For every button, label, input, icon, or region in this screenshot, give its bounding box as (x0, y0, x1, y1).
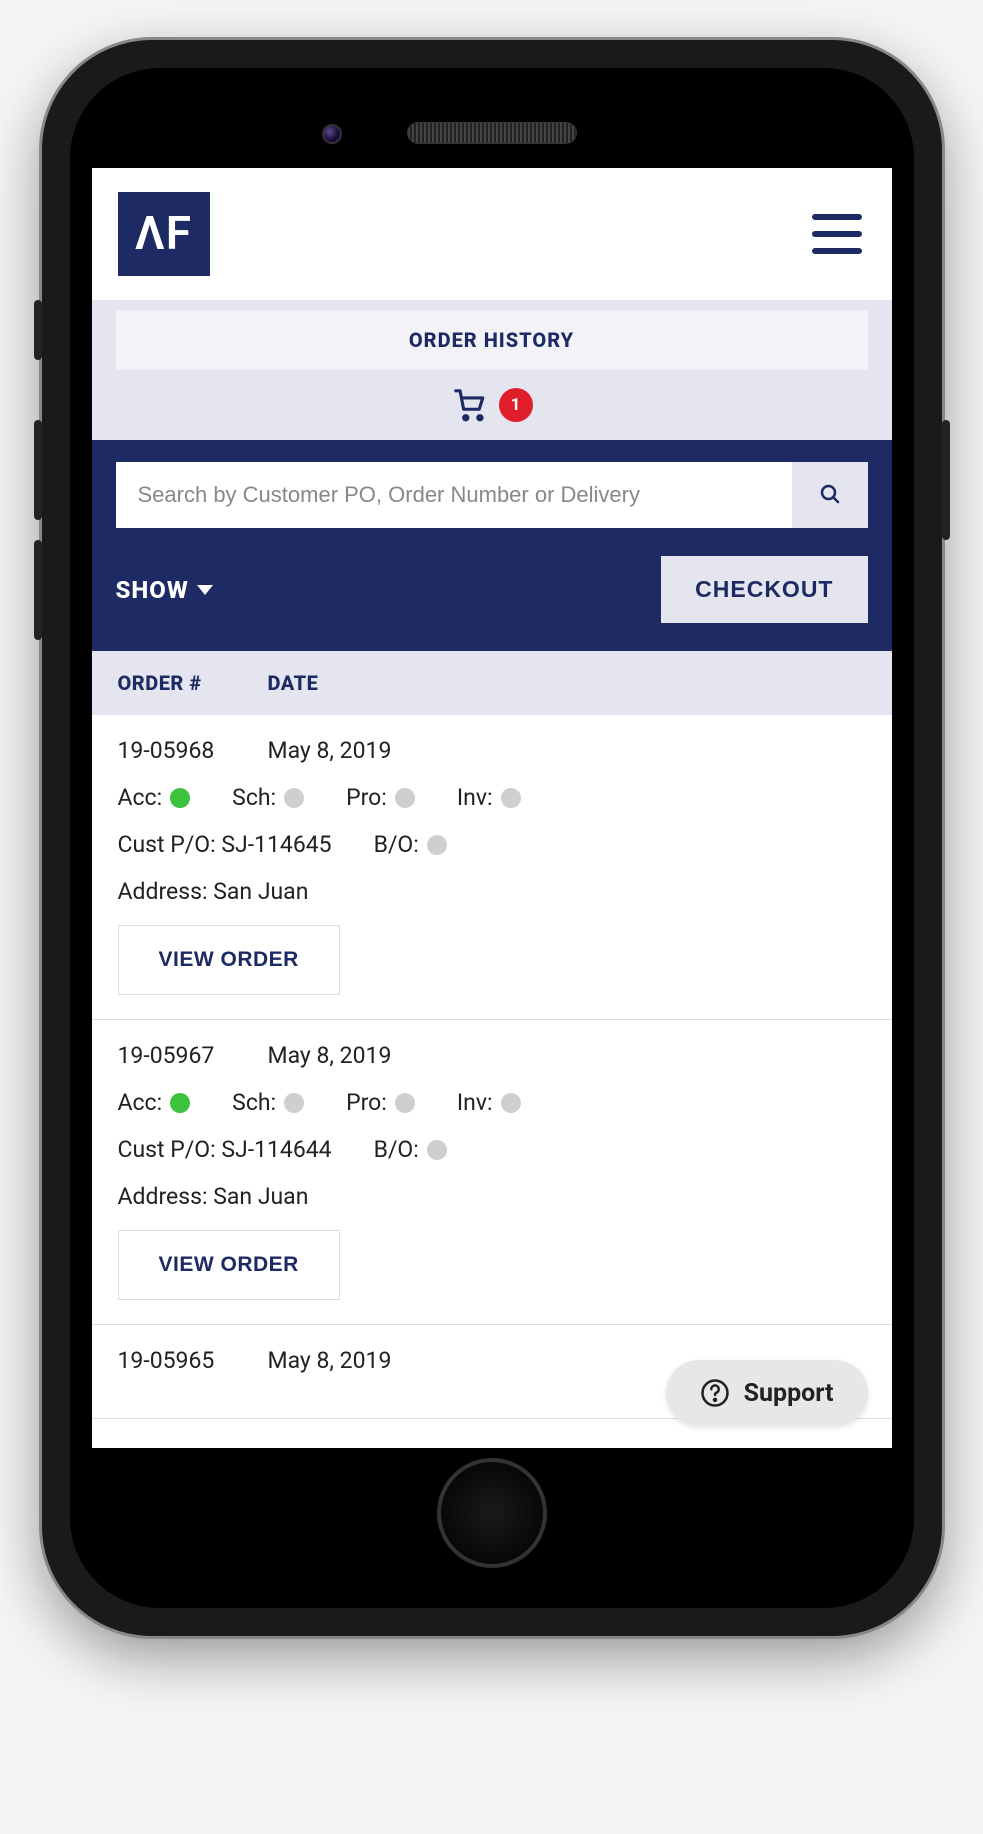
cust-po: Cust P/O: SJ-114644 (118, 1136, 332, 1163)
view-order-button[interactable]: VIEW ORDER (118, 925, 340, 995)
hamburger-menu-icon[interactable] (812, 214, 862, 254)
status-sch: Sch: (232, 1089, 304, 1116)
order-number: 19-05967 (118, 1042, 268, 1069)
checkout-button[interactable]: CHECKOUT (661, 556, 867, 623)
col-header-order: ORDER # (118, 671, 268, 695)
view-order-button[interactable]: VIEW ORDER (118, 1230, 340, 1300)
col-header-date: DATE (268, 671, 866, 695)
title-section: ORDER HISTORY (92, 300, 892, 370)
brand-logo[interactable]: ΛF (118, 192, 210, 276)
support-label: Support (744, 1379, 834, 1408)
caret-down-icon (197, 585, 213, 595)
status-dot-icon (501, 788, 521, 808)
cart-count-badge: 1 (499, 388, 533, 422)
app-header: ΛF (92, 168, 892, 300)
table-header: ORDER # DATE (92, 651, 892, 715)
status-sch: Sch: (232, 784, 304, 811)
orders-list: 19-05968May 8, 2019Acc:Sch:Pro:Inv:Cust … (92, 715, 892, 1419)
status-acc: Acc: (118, 784, 191, 811)
search-icon (818, 482, 842, 509)
show-filter-dropdown[interactable]: SHOW (116, 576, 213, 604)
show-filter-label: SHOW (116, 576, 189, 604)
status-dot-icon (427, 835, 447, 855)
status-bo: B/O: (374, 831, 447, 858)
status-dot-icon (284, 788, 304, 808)
order-number: 19-05968 (118, 737, 268, 764)
help-icon (700, 1378, 730, 1408)
status-bo: B/O: (374, 1136, 447, 1163)
app-screen: ΛF ORDER HISTORY 1 (92, 168, 892, 1448)
status-dot-icon (395, 788, 415, 808)
status-inv: Inv: (457, 1089, 521, 1116)
cust-po: Cust P/O: SJ-114645 (118, 831, 332, 858)
order-number: 19-05965 (118, 1347, 268, 1374)
page-title: ORDER HISTORY (116, 310, 868, 370)
status-inv: Inv: (457, 784, 521, 811)
cart-icon (451, 388, 489, 422)
order-date: May 8, 2019 (268, 1042, 392, 1069)
order-date: May 8, 2019 (268, 1347, 392, 1374)
search-input[interactable] (116, 462, 792, 528)
status-pro: Pro: (346, 1089, 415, 1116)
status-pro: Pro: (346, 784, 415, 811)
status-dot-icon (395, 1093, 415, 1113)
status-dot-icon (427, 1140, 447, 1160)
support-button[interactable]: Support (666, 1360, 868, 1426)
status-acc: Acc: (118, 1089, 191, 1116)
status-dot-icon (170, 1093, 190, 1113)
order-address: Address: San Juan (118, 1183, 866, 1210)
order-card: 19-05968May 8, 2019 Acc: Sch: Pro: Inv: Cust … (92, 715, 892, 1020)
search-button[interactable] (792, 462, 868, 528)
order-address: Address: San Juan (118, 878, 866, 905)
order-date: May 8, 2019 (268, 737, 392, 764)
status-dot-icon (501, 1093, 521, 1113)
status-dot-icon (170, 788, 190, 808)
search-actions-section: SHOW CHECKOUT (92, 440, 892, 651)
order-card: 19-05967May 8, 2019 Acc: Sch: Pro: Inv: Cust … (92, 1020, 892, 1325)
cart-bar[interactable]: 1 (92, 370, 892, 440)
status-dot-icon (284, 1093, 304, 1113)
